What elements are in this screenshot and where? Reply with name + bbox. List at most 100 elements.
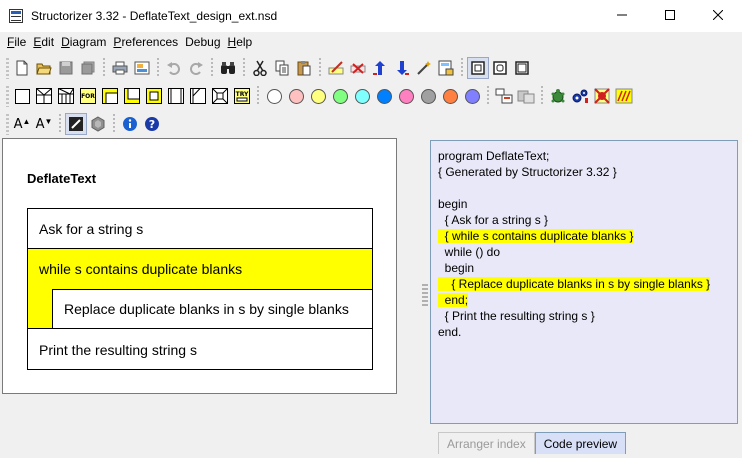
- code-line-text: begin: [438, 261, 475, 275]
- undo-button[interactable]: [163, 57, 185, 79]
- menu-diagram[interactable]: Diagram: [61, 35, 106, 49]
- color-gray-icon: [420, 88, 436, 104]
- instruction-element[interactable]: Ask for a string s: [28, 209, 372, 249]
- code-line-text: begin: [438, 197, 468, 211]
- copy-icon: [275, 60, 289, 76]
- minimize-button[interactable]: [598, 0, 646, 30]
- transmute-button[interactable]: [413, 57, 435, 79]
- hexagon-icon: [91, 116, 105, 132]
- color-pink-button[interactable]: [285, 85, 307, 107]
- close-button[interactable]: [694, 0, 742, 30]
- add-call-button[interactable]: [165, 85, 187, 107]
- code-preview-panel[interactable]: program DeflateText; { Generated by Stru…: [430, 140, 738, 424]
- loop-body-instruction[interactable]: Replace duplicate blanks in s by single …: [52, 289, 372, 329]
- toolbar-grip[interactable]: [3, 113, 11, 135]
- instruction-text: Ask for a string s: [39, 220, 144, 237]
- export-picture-button[interactable]: [131, 57, 153, 79]
- menu-debug[interactable]: DeDbug: [185, 35, 220, 49]
- add-forever-loop-button[interactable]: [143, 85, 165, 107]
- delete-element-button[interactable]: [347, 57, 369, 79]
- toolbar-grip[interactable]: [3, 85, 11, 107]
- add-repeat-loop-button[interactable]: [121, 85, 143, 107]
- diagram-canvas[interactable]: DeflateText Ask for a string s while s c…: [2, 138, 397, 394]
- toolbar-separator: [153, 57, 163, 79]
- maximize-button[interactable]: [646, 0, 694, 30]
- while-loop-element[interactable]: while s contains duplicate blanks: [28, 249, 372, 289]
- menu-help-label: elp: [236, 35, 253, 49]
- executor-button[interactable]: [569, 85, 591, 107]
- open-folder-icon: [36, 63, 52, 75]
- tab-code-preview[interactable]: Code preview: [534, 432, 627, 454]
- paste-button[interactable]: [293, 57, 315, 79]
- font-down-label: A: [35, 116, 45, 132]
- toggle-comments-button[interactable]: [65, 113, 87, 135]
- color-cyan-button[interactable]: [351, 85, 373, 107]
- menu-edit[interactable]: Edit: [33, 35, 54, 49]
- move-down-button[interactable]: [391, 57, 413, 79]
- close-icon: [713, 10, 723, 20]
- copy-button[interactable]: [271, 57, 293, 79]
- menu-file[interactable]: File: [7, 35, 26, 49]
- diagram-title[interactable]: DeflateText: [27, 171, 96, 186]
- add-for-loop-button[interactable]: FOR: [77, 85, 99, 107]
- color-magenta-button[interactable]: [395, 85, 417, 107]
- color-white-button[interactable]: [263, 85, 285, 107]
- color-orange-button[interactable]: [439, 85, 461, 107]
- redo-button[interactable]: [185, 57, 207, 79]
- color-blue-button[interactable]: [373, 85, 395, 107]
- add-while-loop-button[interactable]: [99, 85, 121, 107]
- breakpoint-reset-button[interactable]: [591, 85, 613, 107]
- inline-button[interactable]: [515, 85, 537, 107]
- cut-button[interactable]: [249, 57, 271, 79]
- save-all-button[interactable]: [77, 57, 99, 79]
- add-alternative-button[interactable]: [33, 85, 55, 107]
- collapse-button[interactable]: [435, 57, 457, 79]
- help-button[interactable]: ?: [141, 113, 163, 135]
- menu-help[interactable]: Help: [228, 35, 253, 49]
- call-icon: [168, 88, 184, 104]
- view-mode-3-button[interactable]: [511, 57, 533, 79]
- outsource-button[interactable]: [493, 85, 515, 107]
- toolbar-separator: [537, 85, 547, 107]
- print-button[interactable]: [109, 57, 131, 79]
- move-down-icon: [397, 61, 409, 75]
- find-button[interactable]: [217, 57, 239, 79]
- add-parallel-button[interactable]: [209, 85, 231, 107]
- switch-text-button[interactable]: [87, 113, 109, 135]
- about-button[interactable]: [119, 113, 141, 135]
- toolbar-grip[interactable]: [3, 57, 11, 79]
- code-line: end.: [438, 325, 461, 341]
- move-up-button[interactable]: [369, 57, 391, 79]
- color-green-button[interactable]: [329, 85, 351, 107]
- comment-toggle-icon: [69, 117, 83, 131]
- analyser-button[interactable]: [613, 85, 635, 107]
- box-view-icon: [471, 61, 485, 75]
- add-case-button[interactable]: [55, 85, 77, 107]
- save-button[interactable]: [55, 57, 77, 79]
- turtle-button[interactable]: [547, 85, 569, 107]
- color-violet-button[interactable]: [461, 85, 483, 107]
- add-try-button[interactable]: TRY: [231, 85, 253, 107]
- split-pane-divider[interactable]: [422, 284, 428, 308]
- font-toolbar: A ▲ A ▼ ?: [0, 110, 163, 138]
- font-up-button[interactable]: A ▲: [11, 113, 33, 135]
- color-yellow-button[interactable]: [307, 85, 329, 107]
- move-up-icon: [373, 61, 385, 75]
- new-button[interactable]: [11, 57, 33, 79]
- tab-arranger-index[interactable]: Arranger index: [438, 432, 535, 454]
- output-element[interactable]: Print the resulting string s: [28, 329, 372, 370]
- while-loop-icon: [102, 88, 118, 104]
- redo-icon: [190, 62, 203, 75]
- app-icon: [9, 9, 23, 23]
- edit-element-button[interactable]: [325, 57, 347, 79]
- open-button[interactable]: [33, 57, 55, 79]
- info-icon: [123, 117, 137, 131]
- while-loop-bar[interactable]: [28, 289, 52, 329]
- color-gray-button[interactable]: [417, 85, 439, 107]
- menu-preferences[interactable]: Preferences: [113, 35, 178, 49]
- view-mode-1-button[interactable]: [467, 57, 489, 79]
- view-mode-2-button[interactable]: [489, 57, 511, 79]
- add-jump-button[interactable]: [187, 85, 209, 107]
- add-instruction-button[interactable]: [11, 85, 33, 107]
- font-down-button[interactable]: A ▼: [33, 113, 55, 135]
